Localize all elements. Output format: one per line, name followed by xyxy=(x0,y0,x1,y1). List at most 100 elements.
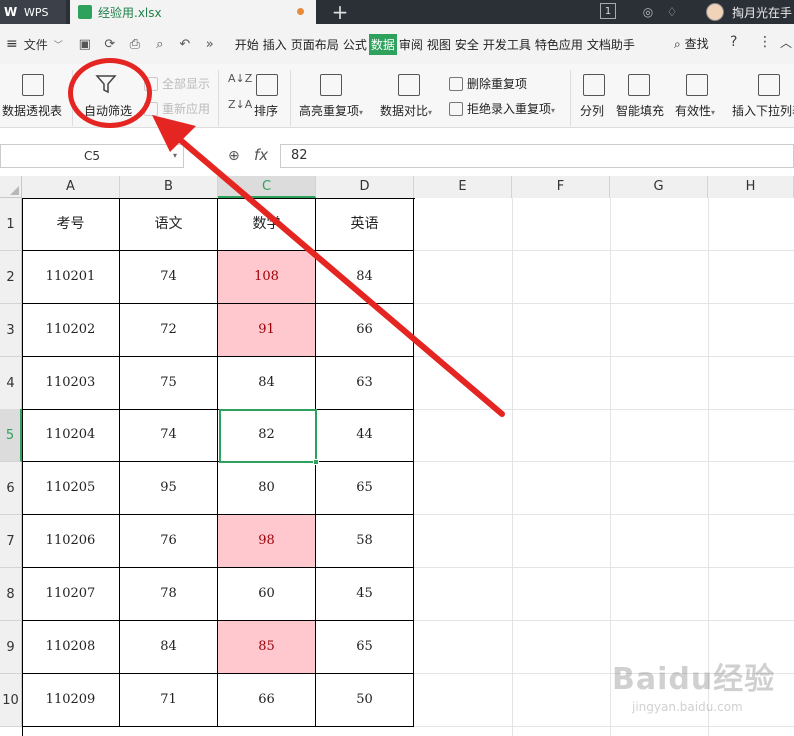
show-all-button[interactable]: 全部显示 xyxy=(144,75,210,92)
column-header-d[interactable]: D xyxy=(316,176,414,198)
cell-a7[interactable]: 110206 xyxy=(22,515,120,568)
cell-a9[interactable]: 110208 xyxy=(22,621,120,674)
row-header-2[interactable]: 2 xyxy=(0,251,22,304)
pivot-table-button[interactable]: 数据透视表 xyxy=(2,102,62,119)
select-all-corner[interactable] xyxy=(0,176,22,198)
column-header-h[interactable]: H xyxy=(708,176,794,198)
smart-fill-icon[interactable] xyxy=(628,74,650,96)
wps-home-tab[interactable]: W WPS xyxy=(0,0,66,24)
cell-d7[interactable]: 58 xyxy=(316,515,414,568)
cell-c10[interactable]: 66 xyxy=(218,674,316,727)
cell-b10[interactable]: 71 xyxy=(120,674,218,727)
cell-b5[interactable]: 74 xyxy=(120,409,218,462)
skin-icon[interactable]: ◎ xyxy=(640,4,656,20)
zoom-icon[interactable]: ⊕ xyxy=(228,148,240,164)
tab-data[interactable]: 数据 xyxy=(368,33,397,55)
cell-d3[interactable]: 66 xyxy=(316,304,414,357)
undo-icon[interactable]: ↶ xyxy=(175,34,195,54)
row-header-7[interactable]: 7 xyxy=(0,515,22,568)
fx-icon[interactable]: fx xyxy=(254,146,268,164)
tab-view[interactable]: 视图 xyxy=(425,34,453,55)
help-icon[interactable]: ? xyxy=(730,34,737,50)
header-cell-a[interactable]: 考号 xyxy=(22,198,120,251)
cell-b4[interactable]: 75 xyxy=(120,357,218,410)
column-header-f[interactable]: F xyxy=(512,176,610,198)
highlight-duplicates-button[interactable]: 高亮重复项▾ xyxy=(299,102,363,119)
more-quick-icon[interactable]: » xyxy=(200,34,220,54)
row-header-8[interactable]: 8 xyxy=(0,568,22,621)
cloud-icon[interactable]: ⟳ xyxy=(100,34,120,54)
username[interactable]: 掏月光在手 xyxy=(732,4,792,21)
formula-input[interactable]: 82 xyxy=(280,144,794,168)
shirt-icon[interactable]: ♢ xyxy=(664,4,680,20)
avatar[interactable] xyxy=(706,3,724,21)
tab-doc-assistant[interactable]: 文档助手 xyxy=(585,34,637,55)
file-menu[interactable]: ≡ 文件 ﹀ xyxy=(0,36,63,53)
sort-icon[interactable] xyxy=(256,74,278,96)
more-icon[interactable]: ⋮ xyxy=(758,34,772,50)
cell-b7[interactable]: 76 xyxy=(120,515,218,568)
save-icon[interactable]: ▣ xyxy=(75,34,95,54)
cell-a5[interactable]: 110204 xyxy=(22,409,120,462)
cell-c3[interactable]: 91 xyxy=(218,304,316,357)
insert-dropdown-button[interactable]: 插入下拉列表 xyxy=(732,102,794,119)
cell-c5[interactable]: 82 xyxy=(218,409,316,462)
row-header-9[interactable]: 9 xyxy=(0,621,22,674)
tab-developer[interactable]: 开发工具 xyxy=(481,34,533,55)
row-header-10[interactable]: 10 xyxy=(0,674,22,727)
reject-duplicates-button[interactable]: 拒绝录入重复项▾ xyxy=(449,100,555,117)
split-column-button[interactable]: 分列 xyxy=(580,102,604,119)
cell-a4[interactable]: 110203 xyxy=(22,357,120,410)
cell-c8[interactable]: 60 xyxy=(218,568,316,621)
cell-b2[interactable]: 74 xyxy=(120,251,218,304)
cell-d2[interactable]: 84 xyxy=(316,251,414,304)
cell-c9[interactable]: 85 xyxy=(218,621,316,674)
data-compare-button[interactable]: 数据对比▾ xyxy=(380,102,432,119)
data-compare-icon[interactable] xyxy=(398,74,420,96)
cell-a10[interactable]: 110209 xyxy=(22,674,120,727)
header-cell-c[interactable]: 数学 xyxy=(218,198,316,251)
new-tab-button[interactable]: + xyxy=(326,0,354,24)
cell-c7[interactable]: 98 xyxy=(218,515,316,568)
column-header-c[interactable]: C xyxy=(218,176,316,198)
header-cell-d[interactable]: 英语 xyxy=(316,198,414,251)
print-preview-icon[interactable]: ⌕ xyxy=(150,34,170,54)
tab-features[interactable]: 特色应用 xyxy=(533,34,585,55)
cell-d9[interactable]: 65 xyxy=(316,621,414,674)
row-header-3[interactable]: 3 xyxy=(0,304,22,357)
cell-a6[interactable]: 110205 xyxy=(22,462,120,515)
cell-c2[interactable]: 108 xyxy=(218,251,316,304)
split-column-icon[interactable] xyxy=(583,74,605,96)
column-header-e[interactable]: E xyxy=(414,176,512,198)
window-count-badge[interactable]: 1 xyxy=(600,3,616,19)
sort-desc-icon[interactable]: Z↓A xyxy=(228,98,252,111)
row-header-5[interactable]: 5 xyxy=(0,409,22,462)
dropdown-list-icon[interactable] xyxy=(758,74,780,96)
cell-a3[interactable]: 110202 xyxy=(22,304,120,357)
sort-asc-icon[interactable]: A↓Z xyxy=(228,72,252,85)
tab-page-layout[interactable]: 页面布局 xyxy=(289,34,341,55)
cell-c6[interactable]: 80 xyxy=(218,462,316,515)
reapply-button[interactable]: 重新应用 xyxy=(144,100,210,117)
tab-review[interactable]: 审阅 xyxy=(397,34,425,55)
cell-d5[interactable]: 44 xyxy=(316,409,414,462)
pivot-table-icon[interactable] xyxy=(22,74,44,96)
column-header-g[interactable]: G xyxy=(610,176,708,198)
column-header-b[interactable]: B xyxy=(120,176,218,198)
cell-c4[interactable]: 84 xyxy=(218,357,316,410)
tab-home[interactable]: 开始 xyxy=(233,34,261,55)
cell-b8[interactable]: 78 xyxy=(120,568,218,621)
cell-d4[interactable]: 63 xyxy=(316,357,414,410)
row-header-6[interactable]: 6 xyxy=(0,462,22,515)
tab-security[interactable]: 安全 xyxy=(453,34,481,55)
row-header-4[interactable]: 4 xyxy=(0,357,22,410)
tab-formulas[interactable]: 公式 xyxy=(341,34,369,55)
fill-handle[interactable] xyxy=(313,459,319,465)
cell-a8[interactable]: 110207 xyxy=(22,568,120,621)
print-icon[interactable]: ⎙ xyxy=(125,34,145,54)
validity-icon[interactable] xyxy=(686,74,708,96)
cell-d10[interactable]: 50 xyxy=(316,674,414,727)
row-header-1[interactable]: 1 xyxy=(0,198,22,251)
name-box[interactable]: C5 ▾ xyxy=(0,144,184,168)
search-command[interactable]: ⌕ 查找 xyxy=(674,35,709,52)
